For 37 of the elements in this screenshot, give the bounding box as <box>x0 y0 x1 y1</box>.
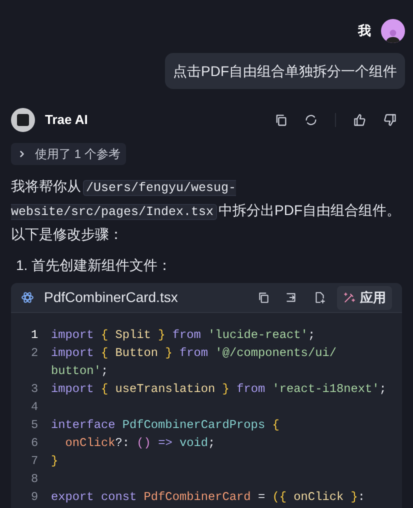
code-line: interface PdfCombinerCardProps { <box>51 417 280 434</box>
code-line: } <box>51 453 60 470</box>
magic-wand-icon <box>343 291 356 304</box>
code-line: onClick?: () => void; <box>64 435 216 452</box>
line-number: 9 <box>31 489 40 506</box>
code-line: import { Split } from 'lucide-react'; <box>51 327 316 344</box>
code-line: export const PdfCombinerCard = ({ onClick }: <box>51 489 366 506</box>
line-number: 8 <box>31 471 40 488</box>
thumbs-down-icon <box>383 113 397 127</box>
code-line: import { useTranslation } from 'react-i18next'; <box>51 381 388 398</box>
regenerate-icon <box>304 113 318 127</box>
thumbs-up-icon <box>353 113 367 127</box>
user-name: 我 <box>358 22 371 40</box>
file-name: PdfCombinerCard.tsx <box>44 288 178 307</box>
copy-icon <box>256 291 270 304</box>
insert-icon <box>284 291 298 304</box>
line-number: 1 <box>31 327 40 344</box>
assistant-name: Trae AI <box>45 111 88 130</box>
answer-paragraph: 我将帮你从 /Users/fengyu/wesug-website/src/pages/Index.tsx 中拆分出PDF自由组合组件。以下是修改步骤： <box>10 177 402 244</box>
new-file-icon <box>312 291 326 304</box>
chevron-right-icon <box>17 149 27 159</box>
references-toggle[interactable]: 使用了 1 个参考 <box>11 143 126 165</box>
atom-icon <box>21 291 34 304</box>
line-number: 3 <box>31 381 40 398</box>
copy-icon <box>274 113 288 127</box>
message-bubble: 点击PDF自由组合单独拆分一个组件 <box>165 53 405 89</box>
line-number: 2 <box>31 345 40 362</box>
list-item-text: 首先创建新组件文件： <box>32 256 172 275</box>
list-number: 1. <box>16 256 28 275</box>
code-line: import { Button } from '@/components/ui/ button'; <box>51 345 338 380</box>
line-number: 4 <box>31 399 40 416</box>
line-number: 6 <box>31 435 40 452</box>
avatar-icon <box>381 19 405 43</box>
line-number: 7 <box>31 453 40 470</box>
line-number: 5 <box>31 417 40 434</box>
apply-button[interactable]: 应用 <box>337 286 392 310</box>
assistant-avatar-icon <box>11 108 35 132</box>
